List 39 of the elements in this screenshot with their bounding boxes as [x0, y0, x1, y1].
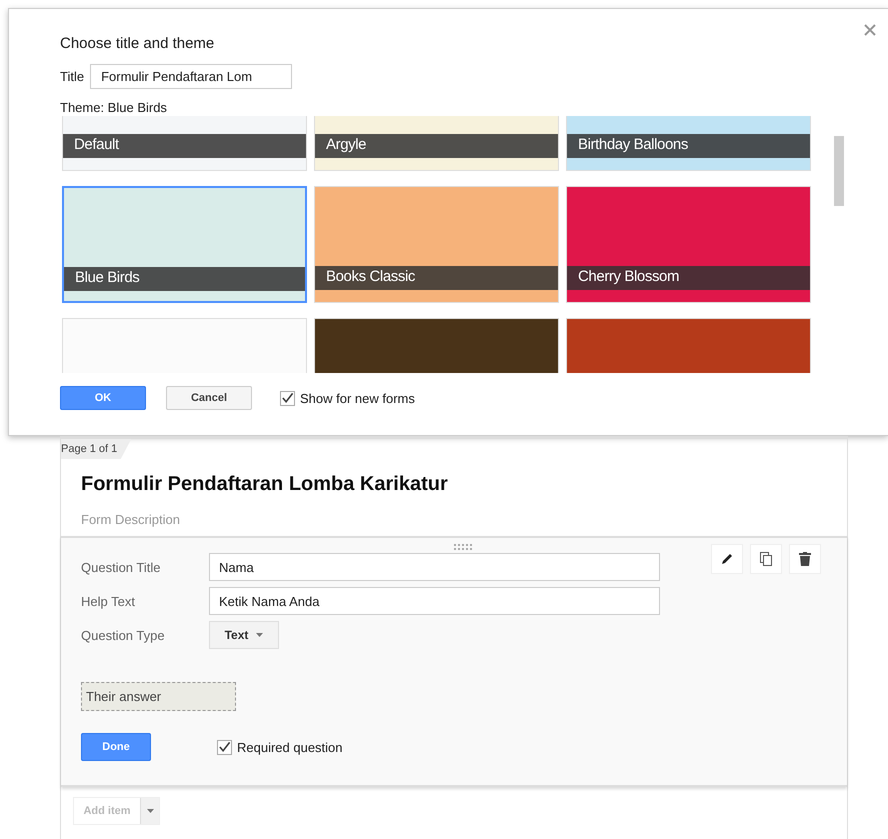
theme-name: Argyle — [315, 134, 558, 158]
question-type-dropdown[interactable]: Text — [209, 621, 279, 649]
caret-icon — [256, 633, 264, 637]
theme-tile[interactable]: Birthday Balloons — [566, 116, 811, 171]
field-label: Help Text — [81, 594, 136, 608]
theme-tile[interactable]: Default — [62, 116, 307, 171]
theme-name: Cherry Blossom — [567, 266, 810, 290]
title-label: Title — [60, 69, 84, 84]
field-label: Question Title — [81, 560, 162, 574]
theme-tile[interactable]: Books Classic — [314, 186, 559, 303]
pencil-icon — [720, 552, 734, 566]
answer-preview-field: Their answer — [81, 682, 236, 711]
theme-name: Books Classic — [315, 266, 558, 290]
theme-tile[interactable]: Blue Birds — [62, 186, 307, 303]
scrollbar-thumb[interactable] — [834, 136, 844, 206]
text-field[interactable]: Ketik Nama Anda — [209, 587, 660, 615]
field-label: Question Type — [81, 628, 166, 642]
theme-tile[interactable]: Cherry Blossom — [566, 186, 811, 303]
edit-button[interactable] — [711, 544, 743, 574]
checkbox[interactable] — [217, 740, 232, 754]
title-input[interactable]: Formulir Pendaftaran Lom — [90, 64, 292, 89]
theme-label: Theme: Blue Birds — [60, 100, 168, 115]
form-title: Formulir Pendaftaran Lomba Karikatur — [81, 473, 449, 496]
theme-name: Birthday Balloons — [567, 134, 810, 158]
checkbox[interactable] — [280, 390, 295, 406]
trash-icon — [799, 552, 811, 566]
text-field[interactable]: Nama — [209, 553, 660, 581]
delete-button[interactable] — [789, 544, 821, 574]
checkbox-label: Show for new forms — [300, 390, 415, 406]
copy-icon — [759, 551, 773, 567]
checkbox-label: Required question — [237, 740, 343, 754]
theme-name: Blue Birds — [64, 267, 305, 291]
dialog-title: Choose title and theme — [60, 35, 216, 52]
theme-tile[interactable]: Argyle — [314, 116, 559, 171]
theme-name: Default — [63, 134, 306, 158]
drag-handle-icon[interactable] — [454, 544, 474, 550]
cancel-button[interactable]: Cancel — [166, 386, 252, 410]
duplicate-button[interactable] — [750, 544, 782, 574]
caret-icon — [146, 809, 154, 813]
